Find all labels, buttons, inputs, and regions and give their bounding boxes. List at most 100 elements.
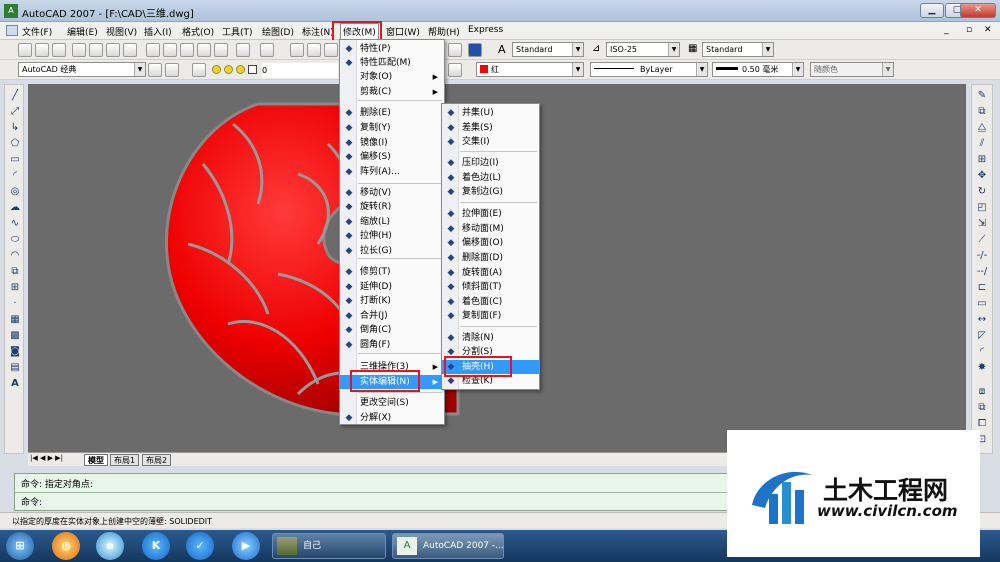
modify-menu-item-22[interactable]: 更改空间(S): [340, 396, 444, 410]
modify-menu-item-14[interactable]: ◆ 修剪(T): [340, 265, 444, 279]
modify-menu-item-1[interactable]: ◆ 特性匹配(M): [340, 56, 444, 70]
solid-edit-menu-item-8[interactable]: ◆ 偏移面(O): [442, 236, 539, 250]
calculator-icon[interactable]: [448, 43, 462, 57]
solid-edit-menu-item-10[interactable]: ◆ 旋转面(A): [442, 266, 539, 280]
solid-edit-menu-item-14[interactable]: ◆ 清除(N): [442, 331, 539, 345]
zoom-realtime-icon[interactable]: [307, 43, 321, 57]
break-tool-icon[interactable]: ▭: [975, 297, 989, 310]
solid-edit-menu-item-7[interactable]: ◆ 移动面(M): [442, 222, 539, 236]
copy-tool-icon[interactable]: ⧉: [975, 105, 989, 118]
tab-layout1[interactable]: 布局1: [110, 454, 140, 466]
extend-tool-icon[interactable]: --/: [975, 265, 989, 278]
layer-select[interactable]: 0: [262, 63, 338, 78]
menu-format[interactable]: 格式(O): [182, 25, 214, 38]
draworder-icon[interactable]: ⧈: [975, 385, 989, 398]
offset-tool-icon[interactable]: ⫽: [975, 137, 989, 150]
plot-style-select[interactable]: 随颜色 ▼: [810, 62, 894, 77]
dim-style-select[interactable]: ISO-25 ▼: [606, 42, 680, 57]
modify-menu-item-9[interactable]: ◆ 移动(V): [340, 186, 444, 200]
modify-menu-item-12[interactable]: ◆ 拉伸(H): [340, 229, 444, 243]
solid-edit-menu-item-11[interactable]: ◆ 倾斜面(T): [442, 280, 539, 294]
solid-edit-menu-item-6[interactable]: ◆ 拉伸面(E): [442, 207, 539, 221]
paste-icon[interactable]: [180, 43, 194, 57]
document-icon[interactable]: [6, 25, 18, 36]
region-icon[interactable]: ◙: [8, 345, 22, 358]
gradient-icon[interactable]: ▩: [8, 329, 22, 342]
tab-nav-arrows[interactable]: |◀ ◀ ▶ ▶|: [30, 454, 63, 462]
line-icon[interactable]: ╱: [8, 89, 22, 102]
fillet-tool-icon[interactable]: ◜: [975, 345, 989, 358]
hatch-icon[interactable]: ▦: [8, 313, 22, 326]
modify-menu-item-3[interactable]: 剪裁(C) ▶: [340, 85, 444, 99]
modify-menu-item-16[interactable]: ◆ 打断(K): [340, 294, 444, 308]
plot-icon[interactable]: [123, 43, 137, 57]
menu-express[interactable]: Express: [468, 25, 503, 35]
security-app-icon[interactable]: ✓: [186, 532, 214, 560]
menu-view[interactable]: 视图(V): [106, 25, 137, 38]
modify-menu-item-18[interactable]: ◆ 倒角(C): [340, 323, 444, 337]
minimize-button[interactable]: ▁: [920, 3, 944, 18]
spline-icon[interactable]: ∿: [8, 217, 22, 230]
rectangle-icon[interactable]: ▭: [8, 153, 22, 166]
modify-menu-item-15[interactable]: ◆ 延伸(D): [340, 280, 444, 294]
menu-edit[interactable]: 编辑(E): [67, 25, 98, 38]
kugou-app-icon[interactable]: K: [142, 532, 170, 560]
publish-icon[interactable]: [106, 43, 120, 57]
solid-edit-menu-item-12[interactable]: ◆ 着色面(C): [442, 295, 539, 309]
cut-icon[interactable]: [146, 43, 160, 57]
menu-help[interactable]: 帮助(H): [428, 25, 460, 38]
print-icon[interactable]: [72, 43, 86, 57]
modify-menu-item-5[interactable]: ◆ 复制(Y): [340, 121, 444, 135]
workspace-save-icon[interactable]: [165, 63, 179, 77]
open-icon[interactable]: [35, 43, 49, 57]
modify-menu-item-7[interactable]: ◆ 偏移(S): [340, 150, 444, 164]
scale-tool-icon[interactable]: ◰: [975, 201, 989, 214]
lineweight-select[interactable]: 0.50 毫米 ▼: [712, 62, 804, 77]
modify-menu-item-11[interactable]: ◆ 缩放(L): [340, 215, 444, 229]
text-style-select[interactable]: Standard ▼: [512, 42, 584, 57]
pan-icon[interactable]: [290, 43, 304, 57]
modify-menu-item-4[interactable]: ◆ 删除(E): [340, 106, 444, 120]
multiline-text-icon[interactable]: A: [8, 377, 22, 390]
draworder-front-icon[interactable]: ⧉: [975, 401, 989, 414]
layer-manager-icon[interactable]: [192, 63, 206, 77]
menu-window[interactable]: 窗口(W): [386, 25, 420, 38]
insert-block-icon[interactable]: ⧉: [8, 265, 22, 278]
menu-insert[interactable]: 插入(I): [144, 25, 172, 38]
trim-tool-icon[interactable]: -/-: [975, 249, 989, 262]
linetype-select[interactable]: ByLayer ▼: [590, 62, 708, 77]
explode-tool-icon[interactable]: ✸: [975, 361, 989, 374]
draworder-back-icon[interactable]: ⧠: [975, 417, 989, 430]
move-tool-icon[interactable]: ✥: [975, 169, 989, 182]
rotate-tool-icon[interactable]: ↻: [975, 185, 989, 198]
doc-minimize-button[interactable]: _: [944, 25, 949, 35]
tab-model[interactable]: 模型: [84, 454, 108, 466]
modify-menu-item-6[interactable]: ◆ 镜像(I): [340, 136, 444, 150]
modify-menu-item-17[interactable]: ◆ 合并(J): [340, 309, 444, 323]
tab-layout2[interactable]: 布局2: [142, 454, 172, 466]
layer-previous-icon[interactable]: [448, 63, 462, 77]
menu-file[interactable]: 文件(F): [22, 25, 52, 38]
layer-on-icon[interactable]: [212, 65, 221, 74]
undo-icon[interactable]: [236, 43, 250, 57]
video-app-icon[interactable]: ▶: [232, 532, 260, 560]
solid-edit-menu-item-2[interactable]: ◆ 交集(I): [442, 135, 539, 149]
layer-lock-icon[interactable]: [236, 65, 245, 74]
arc-icon[interactable]: ◜: [8, 169, 22, 182]
modify-menu-item-13[interactable]: ◆ 拉长(G): [340, 244, 444, 258]
solid-edit-menu-item-0[interactable]: ◆ 并集(U): [442, 106, 539, 120]
close-button[interactable]: ✕: [960, 3, 996, 18]
doc-close-button[interactable]: ✕: [984, 25, 992, 35]
construction-line-icon[interactable]: ⤢: [8, 105, 22, 118]
break-point-tool-icon[interactable]: ⊏: [975, 281, 989, 294]
chamfer-tool-icon[interactable]: ◸: [975, 329, 989, 342]
lengthen-tool-icon[interactable]: ⟋: [975, 233, 989, 246]
modify-menu-item-19[interactable]: ◆ 圆角(F): [340, 338, 444, 352]
polyline-icon[interactable]: ↳: [8, 121, 22, 134]
edge-app-icon[interactable]: e: [96, 532, 124, 560]
circle-icon[interactable]: ◎: [8, 185, 22, 198]
table-icon[interactable]: ▤: [8, 361, 22, 374]
save-icon[interactable]: [52, 43, 66, 57]
doc-restore-button[interactable]: ▫: [966, 25, 972, 35]
print-preview-icon[interactable]: [89, 43, 103, 57]
